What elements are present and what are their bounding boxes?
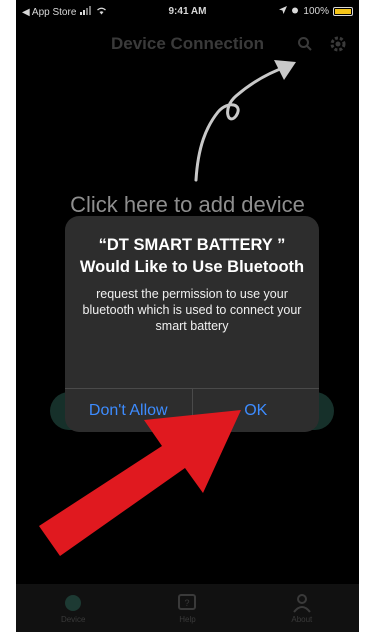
dialog-buttons: Don't Allow OK bbox=[65, 388, 319, 432]
tab-bar: Device ? Help About bbox=[16, 584, 359, 632]
tab-help[interactable]: ? Help bbox=[130, 584, 244, 632]
status-bar: ◀ App Store 9:41 AM 100% bbox=[16, 0, 359, 22]
hint-arrow-icon bbox=[194, 60, 296, 182]
ok-button[interactable]: OK bbox=[191, 389, 320, 432]
profile-icon bbox=[293, 593, 311, 613]
help-icon: ? bbox=[178, 593, 197, 610]
battery-percent: 100% bbox=[303, 6, 329, 17]
tab-device[interactable]: Device bbox=[16, 584, 130, 632]
tab-about[interactable]: About bbox=[245, 584, 359, 632]
alarm-icon bbox=[291, 6, 299, 17]
bluetooth-permission-dialog: “DT SMART BATTERY ” Would Like to Use Bl… bbox=[65, 216, 319, 432]
search-icon[interactable] bbox=[297, 36, 313, 52]
dialog-message: request the permission to use your bluet… bbox=[82, 287, 302, 333]
phone-screen: ◀ App Store 9:41 AM 100% Device Connecti… bbox=[16, 0, 359, 632]
status-right: 100% bbox=[279, 6, 353, 17]
add-device-hint: Click here to add device bbox=[70, 192, 305, 217]
tab-about-label: About bbox=[291, 614, 313, 624]
battery-icon bbox=[333, 7, 353, 16]
gear-icon[interactable] bbox=[329, 35, 347, 53]
device-icon bbox=[65, 594, 82, 611]
svg-text:?: ? bbox=[185, 598, 190, 608]
dialog-title: “DT SMART BATTERY ” Would Like to Use Bl… bbox=[79, 236, 305, 276]
location-icon bbox=[279, 6, 288, 17]
dont-allow-button[interactable]: Don't Allow bbox=[65, 389, 192, 432]
tab-help-label: Help bbox=[179, 614, 196, 624]
tab-device-label: Device bbox=[60, 614, 86, 624]
